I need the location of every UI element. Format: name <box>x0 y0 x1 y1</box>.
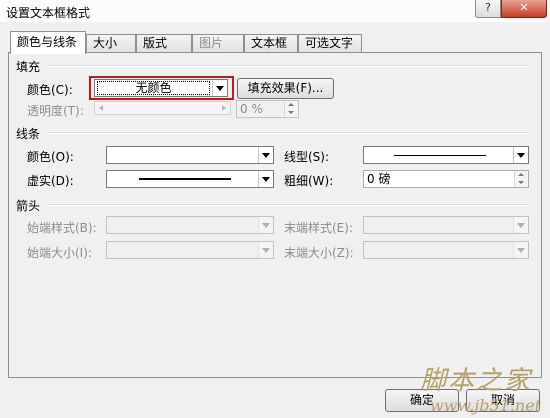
fill-color-combo[interactable]: 无颜色 <box>94 79 228 97</box>
tab-alt-text[interactable]: 可选文字 <box>298 34 362 52</box>
fill-color-value: 无颜色 <box>97 81 210 95</box>
line-color-label: 颜色(O): <box>27 150 74 164</box>
watermark-text: 脚本之家 <box>420 366 533 396</box>
fill-separator <box>48 65 528 67</box>
chevron-down-icon <box>258 217 273 233</box>
tab-label: 可选文字 <box>305 36 354 50</box>
transparency-label: 透明度(T): <box>27 104 84 118</box>
spin-up-icon[interactable] <box>514 171 528 179</box>
chevron-down-icon[interactable] <box>258 171 273 187</box>
end-style-combo <box>363 216 529 234</box>
tab-label: 文本框 <box>251 36 288 50</box>
dash-combo[interactable] <box>106 170 274 188</box>
help-button[interactable]: ? <box>475 0 501 18</box>
line-style-combo[interactable] <box>363 146 529 164</box>
chevron-left-icon <box>99 105 103 111</box>
begin-style-label: 始端样式(B): <box>27 221 97 235</box>
begin-size-label: 始端大小(I): <box>27 246 92 260</box>
tab-text-box[interactable]: 文本框 <box>244 34 298 52</box>
begin-size-combo <box>106 241 274 259</box>
fill-effects-button[interactable]: 填充效果(F)... <box>237 78 334 99</box>
spin-down-icon[interactable] <box>514 179 528 187</box>
line-heading: 线条 <box>16 127 41 141</box>
chevron-down-icon <box>513 217 528 233</box>
chevron-down-icon[interactable] <box>258 147 273 163</box>
transparency-slider <box>94 101 231 115</box>
tab-label: 图片 <box>199 36 224 50</box>
end-style-label: 末端样式(E): <box>284 221 353 235</box>
line-style-sample <box>394 155 486 156</box>
weight-spin[interactable]: 0 磅 <box>363 170 529 188</box>
end-size-label: 末端大小(Z): <box>284 246 354 260</box>
fill-color-label: 颜色(C): <box>27 83 73 97</box>
watermark-url: www.jb51.net <box>430 396 542 415</box>
chevron-down-icon[interactable] <box>212 80 227 96</box>
line-color-combo[interactable] <box>106 146 274 164</box>
weight-value: 0 磅 <box>367 172 391 186</box>
close-button[interactable]: ✕ <box>501 0 547 18</box>
chevron-down-icon[interactable] <box>513 147 528 163</box>
weight-label: 粗细(W): <box>284 174 334 188</box>
chevron-down-icon <box>513 242 528 258</box>
arrows-separator <box>48 204 528 206</box>
chevron-down-icon <box>258 242 273 258</box>
tab-label: 大小 <box>93 36 118 50</box>
begin-style-combo <box>106 216 274 234</box>
tab-label: 颜色与线条 <box>17 35 78 49</box>
spin-down-icon <box>284 109 298 117</box>
transparency-spin: 0 % <box>236 100 299 118</box>
end-size-combo <box>363 241 529 259</box>
line-separator <box>48 132 528 134</box>
line-style-label: 线型(S): <box>284 150 330 164</box>
chevron-right-icon <box>222 105 226 111</box>
fill-heading: 填充 <box>16 60 41 74</box>
spin-up-icon <box>284 101 298 109</box>
window-title: 设置文本框格式 <box>6 6 91 20</box>
tab-picture: 图片 <box>192 34 244 52</box>
arrows-heading: 箭头 <box>16 199 41 213</box>
tab-size[interactable]: 大小 <box>86 34 136 52</box>
tab-colors-and-lines[interactable]: 颜色与线条 <box>10 31 86 54</box>
tab-label: 版式 <box>143 36 168 50</box>
transparency-value: 0 % <box>240 102 263 116</box>
tab-layout[interactable]: 版式 <box>136 34 192 52</box>
dash-label: 虚实(D): <box>27 174 74 188</box>
dash-sample <box>139 178 231 180</box>
